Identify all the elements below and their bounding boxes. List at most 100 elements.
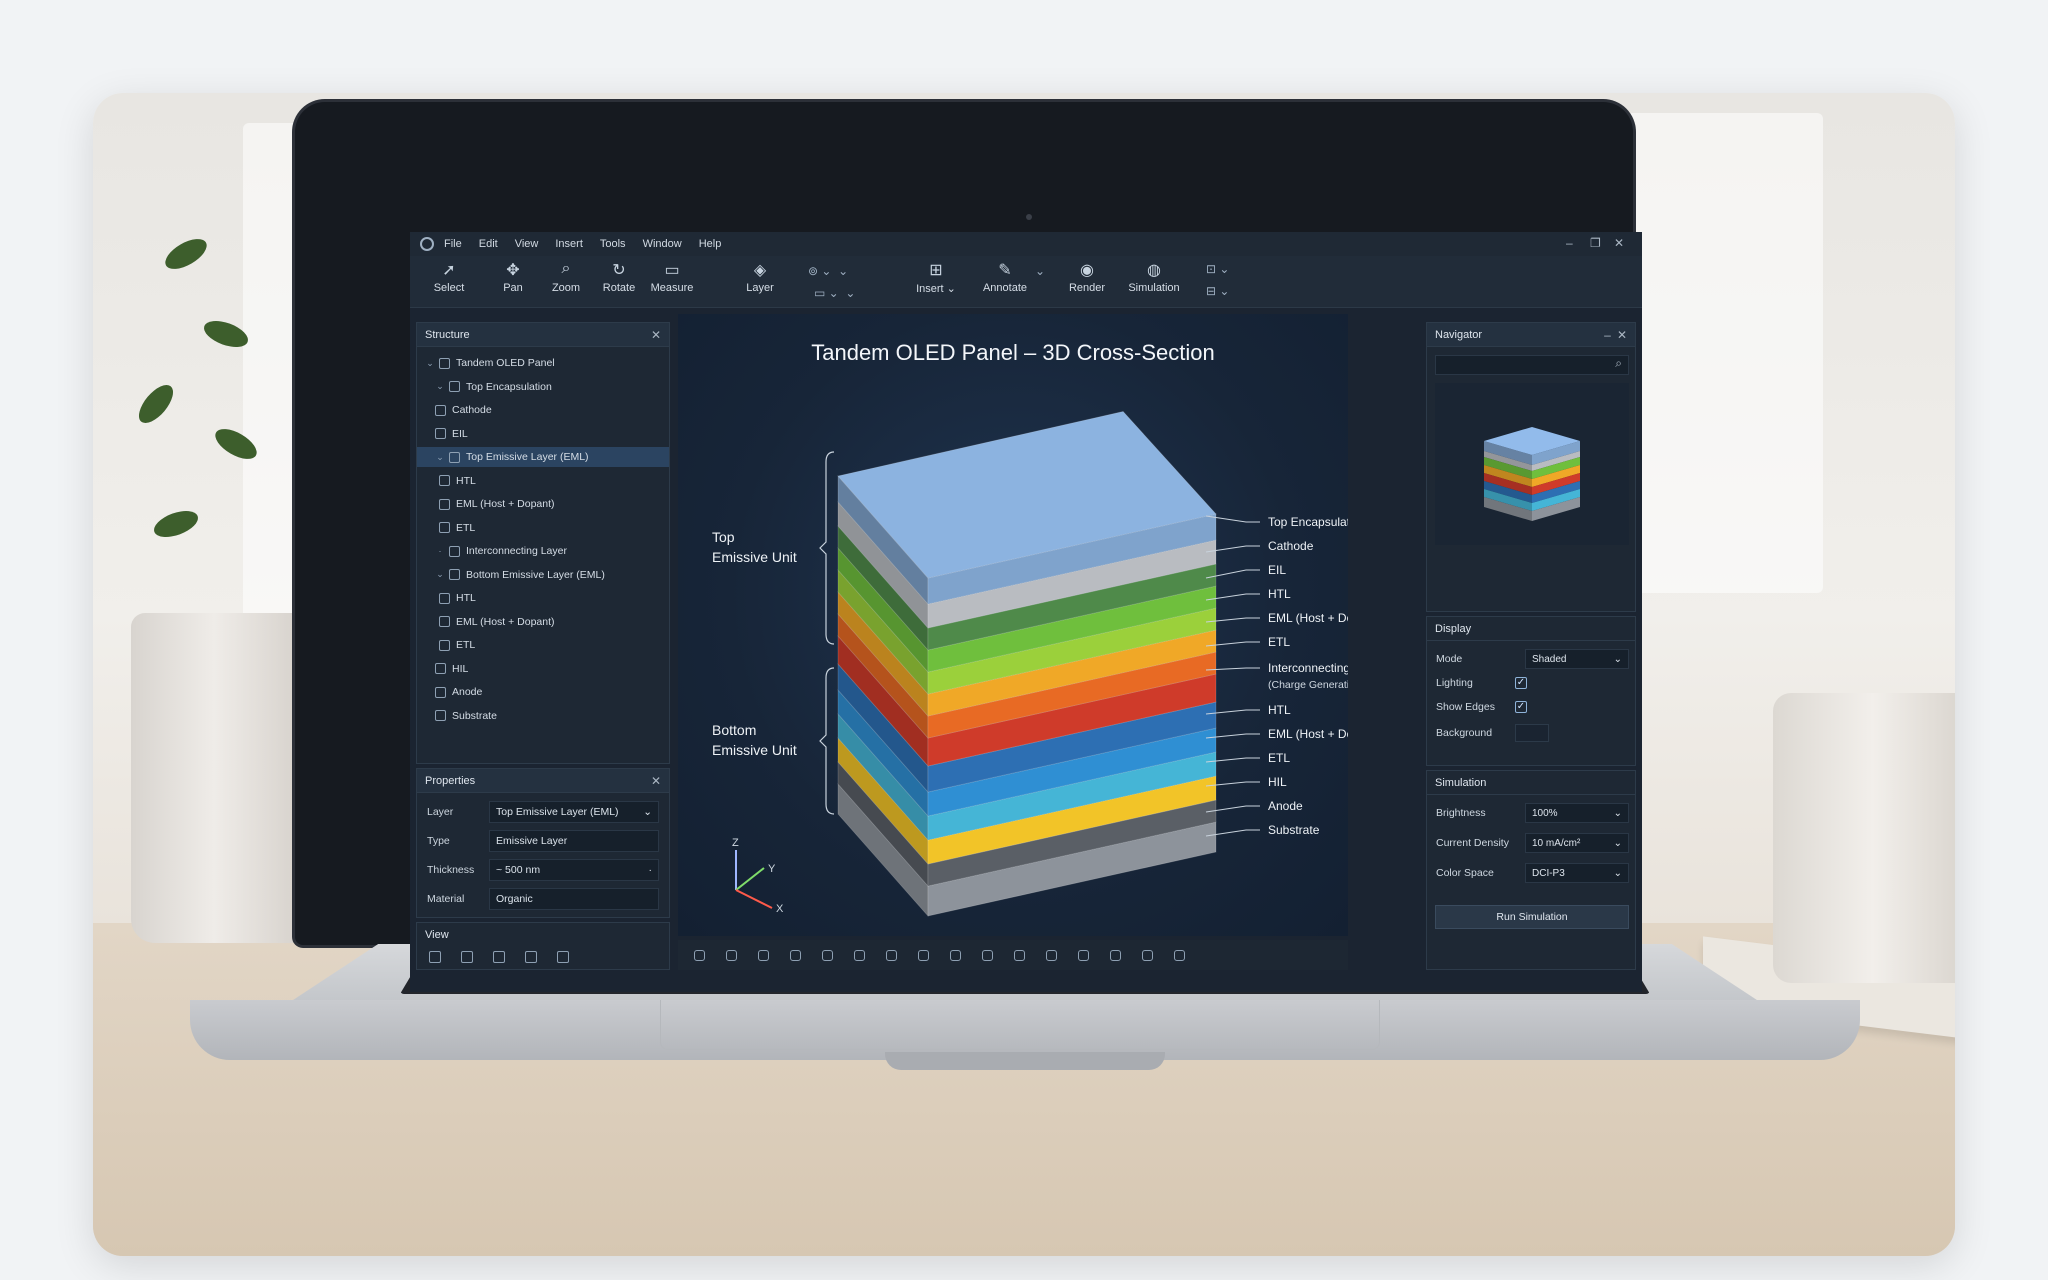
- property-label: Type: [427, 835, 450, 847]
- structure-item[interactable]: EML (Host + Dopant): [417, 612, 669, 632]
- menu-view[interactable]: View: [515, 238, 539, 250]
- navigator-search[interactable]: ⌕: [1435, 355, 1629, 375]
- callout-label: EML (Host + Dopant): [1268, 727, 1348, 741]
- menu-file[interactable]: File: [444, 238, 462, 250]
- navigator-thumbnail[interactable]: [1435, 383, 1629, 545]
- grid-options-icon[interactable]: ⊡ ⌄: [1206, 262, 1229, 276]
- simulation-tool-button[interactable]: ◍ Simulation: [1124, 260, 1184, 294]
- view-tool-icon[interactable]: [1174, 949, 1185, 961]
- zoom-tool-button[interactable]: ⌕ Zoom: [536, 260, 596, 294]
- view-tool-icon[interactable]: [790, 949, 801, 961]
- structure-item[interactable]: HTL: [417, 588, 669, 608]
- mug: [1773, 693, 1955, 983]
- navigator-header: Navigator – ✕: [1427, 323, 1635, 347]
- chevron-down-icon[interactable]: ·: [435, 546, 445, 556]
- menu-edit[interactable]: Edit: [479, 238, 498, 250]
- property-label: Layer: [427, 806, 454, 818]
- view-tool-icon[interactable]: [1110, 949, 1121, 961]
- view-top-icon[interactable]: [461, 951, 473, 963]
- mode-select[interactable]: Shaded ⌄: [1525, 649, 1629, 669]
- close-icon[interactable]: ✕: [651, 328, 661, 342]
- menu-insert[interactable]: Insert: [555, 238, 583, 250]
- close-icon[interactable]: ✕: [651, 774, 661, 788]
- view-tool-icon[interactable]: [694, 949, 705, 961]
- maximize-button[interactable]: ❐: [1590, 236, 1601, 250]
- view-tool-icon[interactable]: [854, 949, 865, 961]
- measure-tool-button[interactable]: ▭ Measure: [642, 260, 702, 294]
- chevron-down-icon[interactable]: ⌄: [435, 381, 445, 392]
- property-value-field[interactable]: ~ 500 nm ·: [489, 859, 659, 881]
- property-value-field[interactable]: Top Emissive Layer (EML) ⌄: [489, 801, 659, 823]
- plant-pot: [131, 613, 316, 943]
- dropdown-chevron-icon[interactable]: ▭ ⌄ ⌄: [814, 286, 855, 300]
- view-tool-icon[interactable]: [1046, 949, 1057, 961]
- structure-item[interactable]: ⌄ Tandem OLED Panel: [417, 353, 669, 373]
- structure-item[interactable]: ⌄ Bottom Emissive Layer (EML): [417, 565, 669, 585]
- structure-item-label: EML (Host + Dopant): [456, 498, 555, 510]
- structure-item[interactable]: Anode: [417, 682, 669, 702]
- view-reset-icon[interactable]: [557, 951, 569, 963]
- minimize-icon[interactable]: –: [1604, 328, 1611, 342]
- structure-item[interactable]: HIL: [417, 659, 669, 679]
- structure-item[interactable]: Substrate: [417, 706, 669, 726]
- render-tool-button[interactable]: ◉ Render: [1057, 260, 1117, 294]
- structure-item[interactable]: Cathode: [417, 400, 669, 420]
- insert-tool-button[interactable]: ⊞ Insert ⌄: [906, 260, 966, 295]
- close-icon[interactable]: ✕: [1617, 328, 1627, 342]
- chevron-down-icon[interactable]: ⌄: [435, 569, 445, 580]
- view-tool-icon[interactable]: [758, 949, 769, 961]
- property-value-field[interactable]: Organic: [489, 888, 659, 910]
- structure-item[interactable]: ETL: [417, 518, 669, 538]
- view-tool-icon[interactable]: [886, 949, 897, 961]
- structure-item[interactable]: ⌄ Top Encapsulation: [417, 377, 669, 397]
- edges-checkbox[interactable]: ✓: [1515, 701, 1527, 713]
- 3d-viewport[interactable]: Tandem OLED Panel – 3D Cross-Section Top…: [678, 314, 1348, 936]
- grid-options-icon[interactable]: ⊟ ⌄: [1206, 284, 1229, 298]
- structure-item[interactable]: EIL: [417, 424, 669, 444]
- select-tool-button[interactable]: ➚ Select: [419, 260, 479, 294]
- run-simulation-button[interactable]: Run Simulation: [1435, 905, 1629, 929]
- background-swatch[interactable]: [1515, 724, 1549, 742]
- structure-item[interactable]: · Interconnecting Layer: [417, 541, 669, 561]
- menu-help[interactable]: Help: [699, 238, 722, 250]
- view-tool-icon[interactable]: [982, 949, 993, 961]
- chevron-down-icon[interactable]: ⌄: [435, 452, 445, 463]
- brightness-select[interactable]: 100% ⌄: [1525, 803, 1629, 823]
- view-side-icon[interactable]: [493, 951, 505, 963]
- lighting-checkbox[interactable]: ✓: [1515, 677, 1527, 689]
- view-tool-icon[interactable]: [1078, 949, 1089, 961]
- view-tool-icon[interactable]: [726, 949, 737, 961]
- structure-item-label: Tandem OLED Panel: [456, 357, 555, 369]
- colorspace-label: Color Space: [1436, 867, 1494, 879]
- rotate-tool-button[interactable]: ↻ Rotate: [589, 260, 649, 294]
- view-tool-icon[interactable]: [1014, 949, 1025, 961]
- dropdown-chevron-icon[interactable]: ⌄: [1035, 264, 1045, 278]
- density-select[interactable]: 10 mA/cm² ⌄: [1525, 833, 1629, 853]
- view-tool-icon[interactable]: [918, 949, 929, 961]
- minimize-button[interactable]: –: [1566, 236, 1573, 250]
- pan-tool-button[interactable]: ✥ Pan: [483, 260, 543, 294]
- view-iso-icon[interactable]: [525, 951, 537, 963]
- chevron-down-icon[interactable]: ⌄: [425, 358, 435, 369]
- property-value-field[interactable]: Emissive Layer: [489, 830, 659, 852]
- menu-tools[interactable]: Tools: [600, 238, 626, 250]
- layer-tool-button[interactable]: ◈ Layer: [730, 260, 790, 294]
- structure-item[interactable]: EML (Host + Dopant): [417, 494, 669, 514]
- view-tool-icon[interactable]: [1142, 949, 1153, 961]
- layer-icon: [439, 475, 450, 486]
- menu-window[interactable]: Window: [643, 238, 682, 250]
- close-window-button[interactable]: ✕: [1614, 236, 1624, 250]
- colorspace-select[interactable]: DCI-P3 ⌄: [1525, 863, 1629, 883]
- structure-item-label: HIL: [452, 662, 469, 675]
- view-tool-icon[interactable]: [950, 949, 961, 961]
- structure-item[interactable]: ETL: [417, 635, 669, 655]
- view-front-icon[interactable]: [429, 951, 441, 963]
- dropdown-chevron-icon[interactable]: ⊚ ⌄ ⌄: [808, 264, 848, 278]
- unit-label: Bottom: [712, 722, 756, 738]
- annotate-tool-button[interactable]: ✎ Annotate: [975, 260, 1035, 294]
- structure-item[interactable]: HTL: [417, 471, 669, 491]
- structure-item[interactable]: ⌄ Top Emissive Layer (EML): [417, 447, 669, 467]
- layer-stack-diagram: Top Encapsulation Cathode EIL HTL EML (Host …: [712, 411, 1348, 918]
- view-tool-icon[interactable]: [822, 949, 833, 961]
- structure-item-label: Bottom Emissive Layer (EML): [466, 568, 605, 581]
